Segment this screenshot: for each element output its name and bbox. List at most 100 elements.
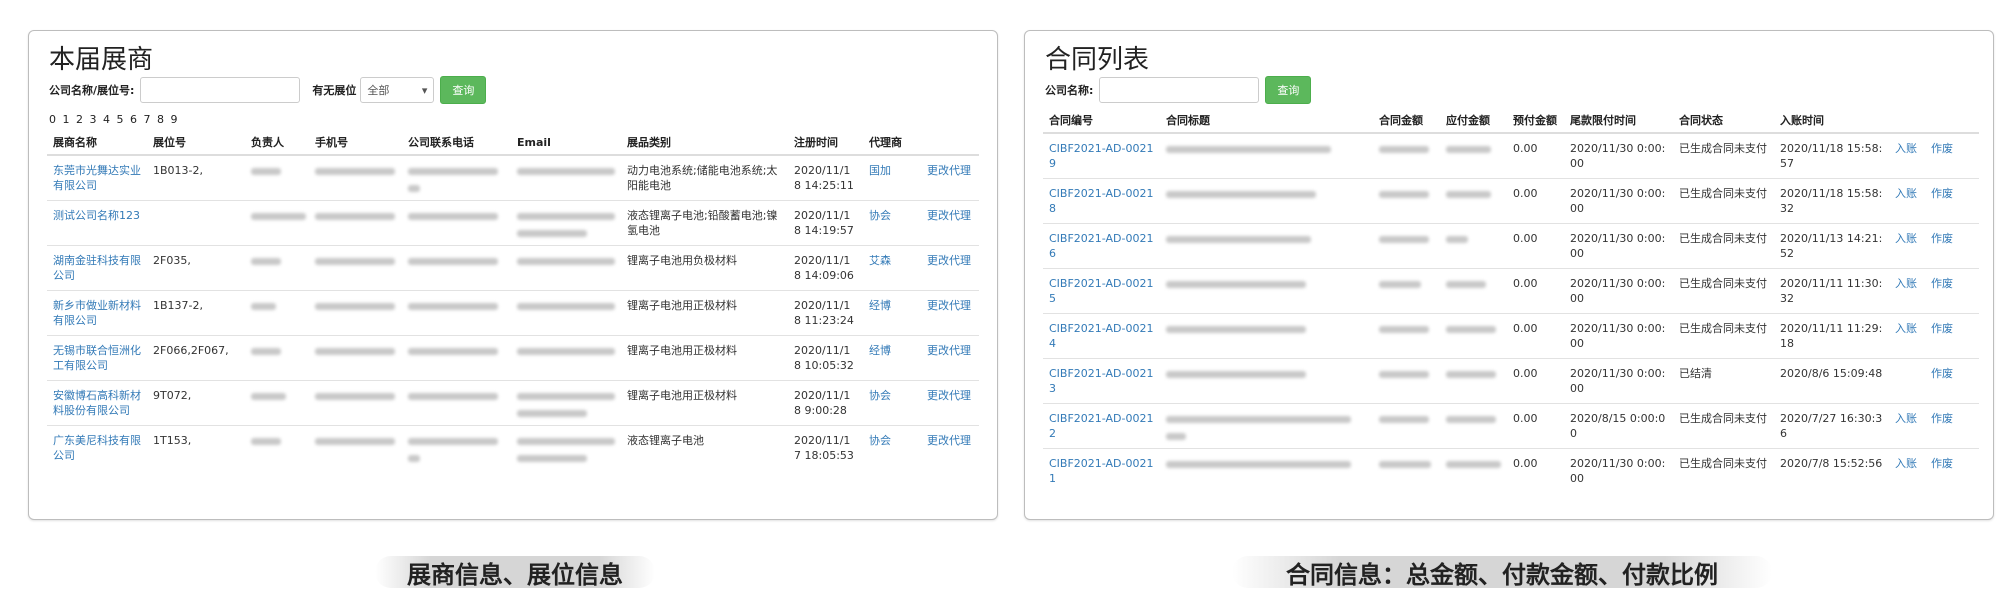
company-booth-input[interactable]	[140, 77, 301, 103]
redacted-cell	[309, 380, 402, 426]
contract-id-link[interactable]: CIBF2021-AD-00211	[1049, 457, 1153, 485]
agent-cell: 协会	[863, 425, 921, 470]
change-agent-cell: 更改代理	[921, 245, 979, 291]
entry-link[interactable]: 入账	[1895, 232, 1917, 245]
redacted-cell	[1373, 448, 1440, 493]
exhibitor-name-link[interactable]: 安徽博石高科新材料股份有限公司	[53, 389, 141, 417]
void-link[interactable]: 作废	[1931, 232, 1953, 245]
agent-link[interactable]: 协会	[869, 209, 891, 222]
redacted-value	[315, 257, 395, 265]
company-name-input[interactable]	[1099, 77, 1260, 103]
prepaid-cell: 0.00	[1507, 132, 1564, 179]
change-agent-cell: 更改代理	[921, 154, 979, 201]
entry-link[interactable]: 入账	[1895, 277, 1917, 290]
void-link[interactable]: 作废	[1931, 187, 1953, 200]
col-header: Email	[511, 131, 621, 156]
booth-cell: 1B013-2,	[147, 154, 245, 201]
contract-id-link[interactable]: CIBF2021-AD-00218	[1049, 187, 1153, 215]
entry-time-cell: 2020/8/6 15:09:48	[1774, 358, 1889, 404]
prepaid-cell: 0.00	[1507, 313, 1564, 359]
agent-link[interactable]: 艾森	[869, 254, 891, 267]
query-button[interactable]: 查询	[440, 76, 487, 104]
void-link[interactable]: 作废	[1931, 412, 1953, 425]
contract-row: CIBF2021-AD-00219 0.00 2020/11/30 0:00:00 已…	[1043, 132, 1979, 179]
exhibitor-name-link[interactable]: 测试公司名称123	[53, 209, 140, 222]
void-link[interactable]: 作废	[1931, 322, 1953, 335]
contract-id-link[interactable]: CIBF2021-AD-00216	[1049, 232, 1153, 260]
entry-link[interactable]: 入账	[1895, 187, 1917, 200]
contract-id-link[interactable]: CIBF2021-AD-00212	[1049, 412, 1153, 440]
void-link[interactable]: 作废	[1931, 457, 1953, 470]
change-agent-link[interactable]: 更改代理	[927, 299, 971, 312]
redacted-cell	[1440, 178, 1507, 224]
booth-cell: 2F035,	[147, 245, 245, 291]
redacted-cell	[1160, 313, 1373, 359]
agent-cell: 协会	[863, 200, 921, 246]
exhibitor-name-link[interactable]: 湖南金驻科技有限公司	[53, 254, 141, 282]
redacted-cell	[511, 380, 621, 426]
entry-cell: 入账	[1889, 403, 1925, 449]
void-link[interactable]: 作废	[1931, 277, 1953, 290]
redacted-cell	[309, 154, 402, 201]
change-agent-link[interactable]: 更改代理	[927, 434, 971, 447]
redacted-value	[1446, 415, 1496, 423]
redacted-value	[517, 302, 615, 310]
redacted-value	[1166, 190, 1316, 198]
redacted-value	[1446, 280, 1486, 288]
redacted-value	[315, 302, 395, 310]
booth-cell: 9T072,	[147, 380, 245, 426]
exhibitor-name-link[interactable]: 无锡市联合恒洲化工有限公司	[53, 344, 141, 372]
void-link[interactable]: 作废	[1931, 367, 1953, 380]
change-agent-link[interactable]: 更改代理	[927, 254, 971, 267]
redacted-cell	[1440, 448, 1507, 493]
entry-link[interactable]: 入账	[1895, 322, 1917, 335]
exhibitor-name-link[interactable]: 新乡市做业新材料有限公司	[53, 299, 141, 327]
agent-link[interactable]: 协会	[869, 389, 891, 402]
exhibitor-row: 广东美尼科技有限公司 1T153, 液态锂离子电池 2020/11/17 18:05:…	[47, 425, 979, 470]
change-agent-link[interactable]: 更改代理	[927, 344, 971, 357]
void-cell: 作废	[1925, 313, 1979, 359]
redacted-cell	[245, 200, 309, 246]
exhibitor-name-cell: 新乡市做业新材料有限公司	[47, 290, 147, 336]
exhibitor-name-link[interactable]: 广东美尼科技有限公司	[53, 434, 141, 462]
agent-cell: 协会	[863, 380, 921, 426]
change-agent-link[interactable]: 更改代理	[927, 389, 971, 402]
contract-row: CIBF2021-AD-00212 0.00 2020/8/15 0:00:00 已生…	[1043, 403, 1979, 449]
redacted-value	[251, 302, 276, 310]
pager[interactable]: 0 1 2 3 4 5 6 7 8 9	[49, 113, 179, 126]
entry-cell: 入账	[1889, 223, 1925, 269]
agent-link[interactable]: 国加	[869, 164, 891, 177]
agent-link[interactable]: 经博	[869, 299, 891, 312]
entry-cell: 入账	[1889, 178, 1925, 224]
entry-link[interactable]: 入账	[1895, 142, 1917, 155]
entry-link[interactable]: 入账	[1895, 412, 1917, 425]
agent-link[interactable]: 经博	[869, 344, 891, 357]
change-agent-link[interactable]: 更改代理	[927, 164, 971, 177]
redacted-cell	[1440, 223, 1507, 269]
contract-id-link[interactable]: CIBF2021-AD-00214	[1049, 322, 1153, 350]
contract-id-link[interactable]: CIBF2021-AD-00219	[1049, 142, 1153, 170]
agent-cell: 经博	[863, 290, 921, 336]
redacted-value	[517, 167, 615, 175]
category-cell: 动力电池系统;储能电池系统;太阳能电池	[621, 154, 788, 201]
register-time-cell: 2020/11/17 18:05:53	[788, 425, 863, 470]
entry-cell: 入账	[1889, 313, 1925, 359]
change-agent-link[interactable]: 更改代理	[927, 209, 971, 222]
contracts-query-button[interactable]: 查询	[1265, 76, 1312, 104]
status-cell: 已生成合同未支付	[1673, 223, 1774, 269]
exhibitor-name-link[interactable]: 东莞市光舞达实业有限公司	[53, 164, 141, 192]
void-cell: 作废	[1925, 448, 1979, 493]
agent-link[interactable]: 协会	[869, 434, 891, 447]
redacted-cell	[245, 335, 309, 381]
has-booth-select[interactable]: 全部 ▾	[360, 77, 435, 103]
contract-id-link[interactable]: CIBF2021-AD-00213	[1049, 367, 1153, 395]
contract-id-cell: CIBF2021-AD-00218	[1043, 178, 1160, 224]
redacted-cell	[402, 245, 511, 291]
redacted-value	[1166, 235, 1311, 243]
contract-id-link[interactable]: CIBF2021-AD-00215	[1049, 277, 1153, 305]
void-link[interactable]: 作废	[1931, 142, 1953, 155]
redacted-value	[517, 455, 587, 462]
entry-link[interactable]: 入账	[1895, 457, 1917, 470]
category-cell: 锂离子电池用负极材料	[621, 245, 788, 291]
col-header	[921, 131, 979, 156]
